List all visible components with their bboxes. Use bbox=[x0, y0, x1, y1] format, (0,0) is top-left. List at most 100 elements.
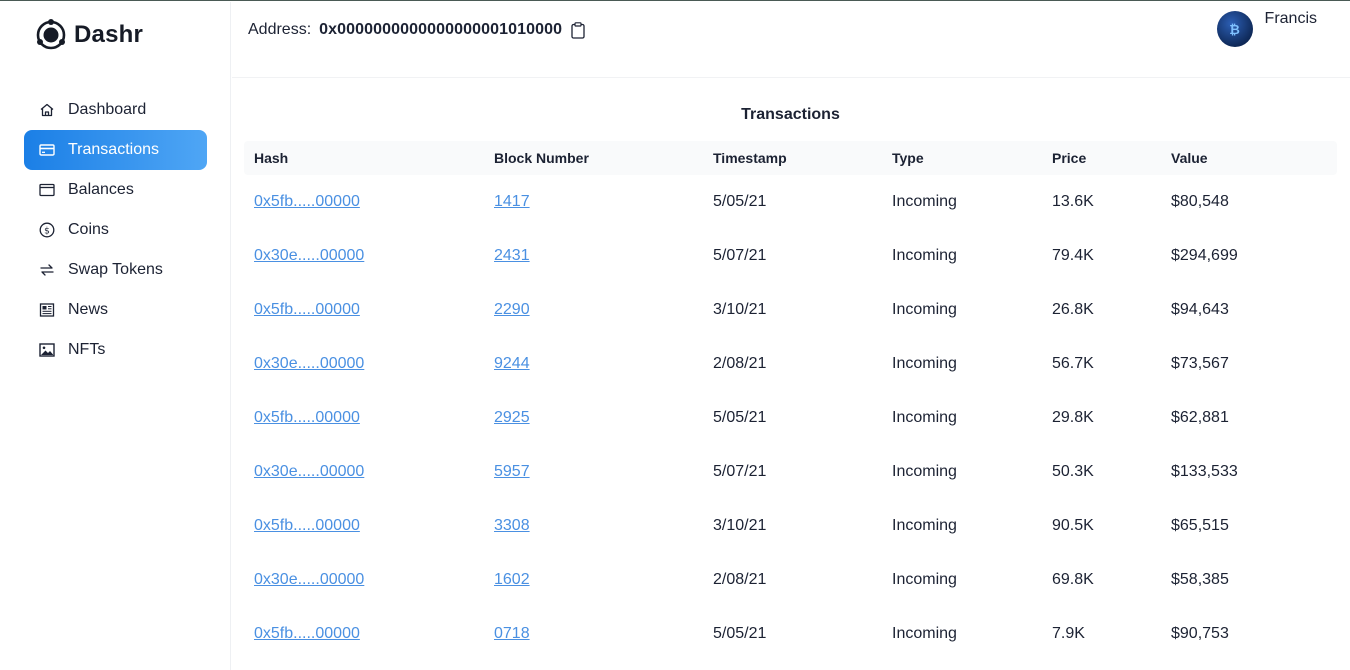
block-number-link[interactable]: 1417 bbox=[494, 193, 530, 210]
swap-icon bbox=[39, 262, 55, 278]
sidebar-item-label: Transactions bbox=[68, 141, 159, 158]
timestamp-cell: 2/08/21 bbox=[713, 355, 767, 372]
address-value: 0x0000000000000000001010000 bbox=[319, 21, 563, 38]
transactions-panel: Transactions Hash Block Number Timestamp… bbox=[244, 79, 1337, 661]
column-header-timestamp[interactable]: Timestamp bbox=[713, 150, 892, 166]
column-header-value[interactable]: Value bbox=[1171, 150, 1337, 166]
value-cell: $80,548 bbox=[1171, 193, 1229, 210]
table-row: 0x5fb.....00000 0718 5/05/21 Incoming 7.… bbox=[244, 607, 1337, 661]
credit-card-icon bbox=[39, 142, 55, 158]
table-row: 0x5fb.....00000 1417 5/05/21 Incoming 13… bbox=[244, 175, 1337, 229]
type-cell: Incoming bbox=[892, 355, 957, 372]
block-number-link[interactable]: 3308 bbox=[494, 517, 530, 534]
brand-name: Dashr bbox=[74, 21, 144, 48]
table-row: 0x5fb.....00000 3308 3/10/21 Incoming 90… bbox=[244, 499, 1337, 553]
timestamp-cell: 5/05/21 bbox=[713, 193, 767, 210]
type-cell: Incoming bbox=[892, 193, 957, 210]
hash-link[interactable]: 0x30e.....00000 bbox=[254, 247, 364, 264]
price-cell: 90.5K bbox=[1052, 517, 1094, 534]
page-title: Transactions bbox=[741, 106, 840, 123]
clipboard-icon bbox=[571, 21, 585, 39]
dollar-coin-icon: $ bbox=[39, 222, 55, 238]
type-cell: Incoming bbox=[892, 409, 957, 426]
block-number-link[interactable]: 2290 bbox=[494, 301, 530, 318]
hash-link[interactable]: 0x5fb.....00000 bbox=[254, 517, 360, 534]
price-cell: 50.3K bbox=[1052, 463, 1094, 480]
price-cell: 7.9K bbox=[1052, 625, 1085, 642]
block-number-link[interactable]: 5957 bbox=[494, 463, 530, 480]
sidebar-item-label: Balances bbox=[68, 181, 134, 198]
price-cell: 13.6K bbox=[1052, 193, 1094, 210]
value-cell: $58,385 bbox=[1171, 571, 1229, 588]
sidebar-item-dashboard[interactable]: Dashboard bbox=[24, 90, 207, 130]
value-cell: $133,533 bbox=[1171, 463, 1238, 480]
value-cell: $94,643 bbox=[1171, 301, 1229, 318]
sidebar-item-label: Dashboard bbox=[68, 101, 147, 118]
column-header-type[interactable]: Type bbox=[892, 150, 1052, 166]
type-cell: Incoming bbox=[892, 301, 957, 318]
table-row: 0x5fb.....00000 2925 5/05/21 Incoming 29… bbox=[244, 391, 1337, 445]
timestamp-cell: 2/08/21 bbox=[713, 571, 767, 588]
table-header: Hash Block Number Timestamp Type Price V… bbox=[244, 141, 1337, 175]
table-row: 0x30e.....00000 9244 2/08/21 Incoming 56… bbox=[244, 337, 1337, 391]
value-cell: $73,567 bbox=[1171, 355, 1229, 372]
table-row: 0x30e.....00000 1602 2/08/21 Incoming 69… bbox=[244, 553, 1337, 607]
timestamp-cell: 5/07/21 bbox=[713, 463, 767, 480]
hash-link[interactable]: 0x30e.....00000 bbox=[254, 571, 364, 588]
table-row: 0x30e.....00000 2431 5/07/21 Incoming 79… bbox=[244, 229, 1337, 283]
type-cell: Incoming bbox=[892, 517, 957, 534]
column-header-hash[interactable]: Hash bbox=[244, 150, 494, 166]
timestamp-cell: 3/10/21 bbox=[713, 517, 767, 534]
block-number-link[interactable]: 2925 bbox=[494, 409, 530, 426]
value-cell: $62,881 bbox=[1171, 409, 1229, 426]
price-cell: 29.8K bbox=[1052, 409, 1094, 426]
hash-link[interactable]: 0x5fb.....00000 bbox=[254, 409, 360, 426]
transactions-table: Hash Block Number Timestamp Type Price V… bbox=[244, 141, 1337, 661]
user-profile[interactable]: ₿ Francis bbox=[1216, 10, 1317, 47]
type-cell: Incoming bbox=[892, 625, 957, 642]
newspaper-icon bbox=[39, 302, 55, 318]
image-icon bbox=[39, 342, 55, 358]
column-header-block-number[interactable]: Block Number bbox=[494, 150, 713, 166]
value-cell: $294,699 bbox=[1171, 247, 1238, 264]
sidebar-item-balances[interactable]: Balances bbox=[24, 170, 207, 210]
wallet-address: Address: 0x0000000000000000001010000 bbox=[248, 21, 585, 39]
sidebar-item-swap-tokens[interactable]: Swap Tokens bbox=[24, 250, 207, 290]
value-cell: $65,515 bbox=[1171, 517, 1229, 534]
price-cell: 69.8K bbox=[1052, 571, 1094, 588]
sidebar-item-label: Coins bbox=[68, 221, 109, 238]
sidebar-item-news[interactable]: News bbox=[24, 290, 207, 330]
user-name: Francis bbox=[1264, 10, 1317, 27]
sidebar-item-label: Swap Tokens bbox=[68, 261, 163, 278]
hash-link[interactable]: 0x5fb.....00000 bbox=[254, 193, 360, 210]
sidebar-item-transactions[interactable]: Transactions bbox=[24, 130, 207, 170]
column-header-price[interactable]: Price bbox=[1052, 150, 1171, 166]
timestamp-cell: 5/05/21 bbox=[713, 409, 767, 426]
timestamp-cell: 5/07/21 bbox=[713, 247, 767, 264]
block-number-link[interactable]: 1602 bbox=[494, 571, 530, 588]
sidebar-item-label: NFTs bbox=[68, 341, 106, 358]
type-cell: Incoming bbox=[892, 247, 957, 264]
logo-icon bbox=[36, 19, 66, 50]
table-body: 0x5fb.....00000 1417 5/05/21 Incoming 13… bbox=[244, 175, 1337, 661]
hash-link[interactable]: 0x5fb.....00000 bbox=[254, 301, 360, 318]
block-number-link[interactable]: 0718 bbox=[494, 625, 530, 642]
bitcoin-icon: ₿ bbox=[1229, 21, 1240, 37]
block-number-link[interactable]: 2431 bbox=[494, 247, 530, 264]
type-cell: Incoming bbox=[892, 571, 957, 588]
copy-address-button[interactable] bbox=[571, 21, 585, 39]
block-number-link[interactable]: 9244 bbox=[494, 355, 530, 372]
hash-link[interactable]: 0x30e.....00000 bbox=[254, 463, 364, 480]
timestamp-cell: 5/05/21 bbox=[713, 625, 767, 642]
price-cell: 79.4K bbox=[1052, 247, 1094, 264]
top-header: Address: 0x0000000000000000001010000 ₿ F… bbox=[232, 2, 1350, 78]
hash-link[interactable]: 0x5fb.....00000 bbox=[254, 625, 360, 642]
hash-link[interactable]: 0x30e.....00000 bbox=[254, 355, 364, 372]
avatar[interactable]: ₿ bbox=[1216, 11, 1253, 47]
sidebar-item-nfts[interactable]: NFTs bbox=[24, 330, 207, 370]
table-row: 0x5fb.....00000 2290 3/10/21 Incoming 26… bbox=[244, 283, 1337, 337]
timestamp-cell: 3/10/21 bbox=[713, 301, 767, 318]
brand-logo[interactable]: Dashr bbox=[35, 18, 143, 52]
sidebar-nav: Dashboard Transactions Balances $ Coins … bbox=[24, 90, 207, 370]
sidebar-item-coins[interactable]: $ Coins bbox=[24, 210, 207, 250]
